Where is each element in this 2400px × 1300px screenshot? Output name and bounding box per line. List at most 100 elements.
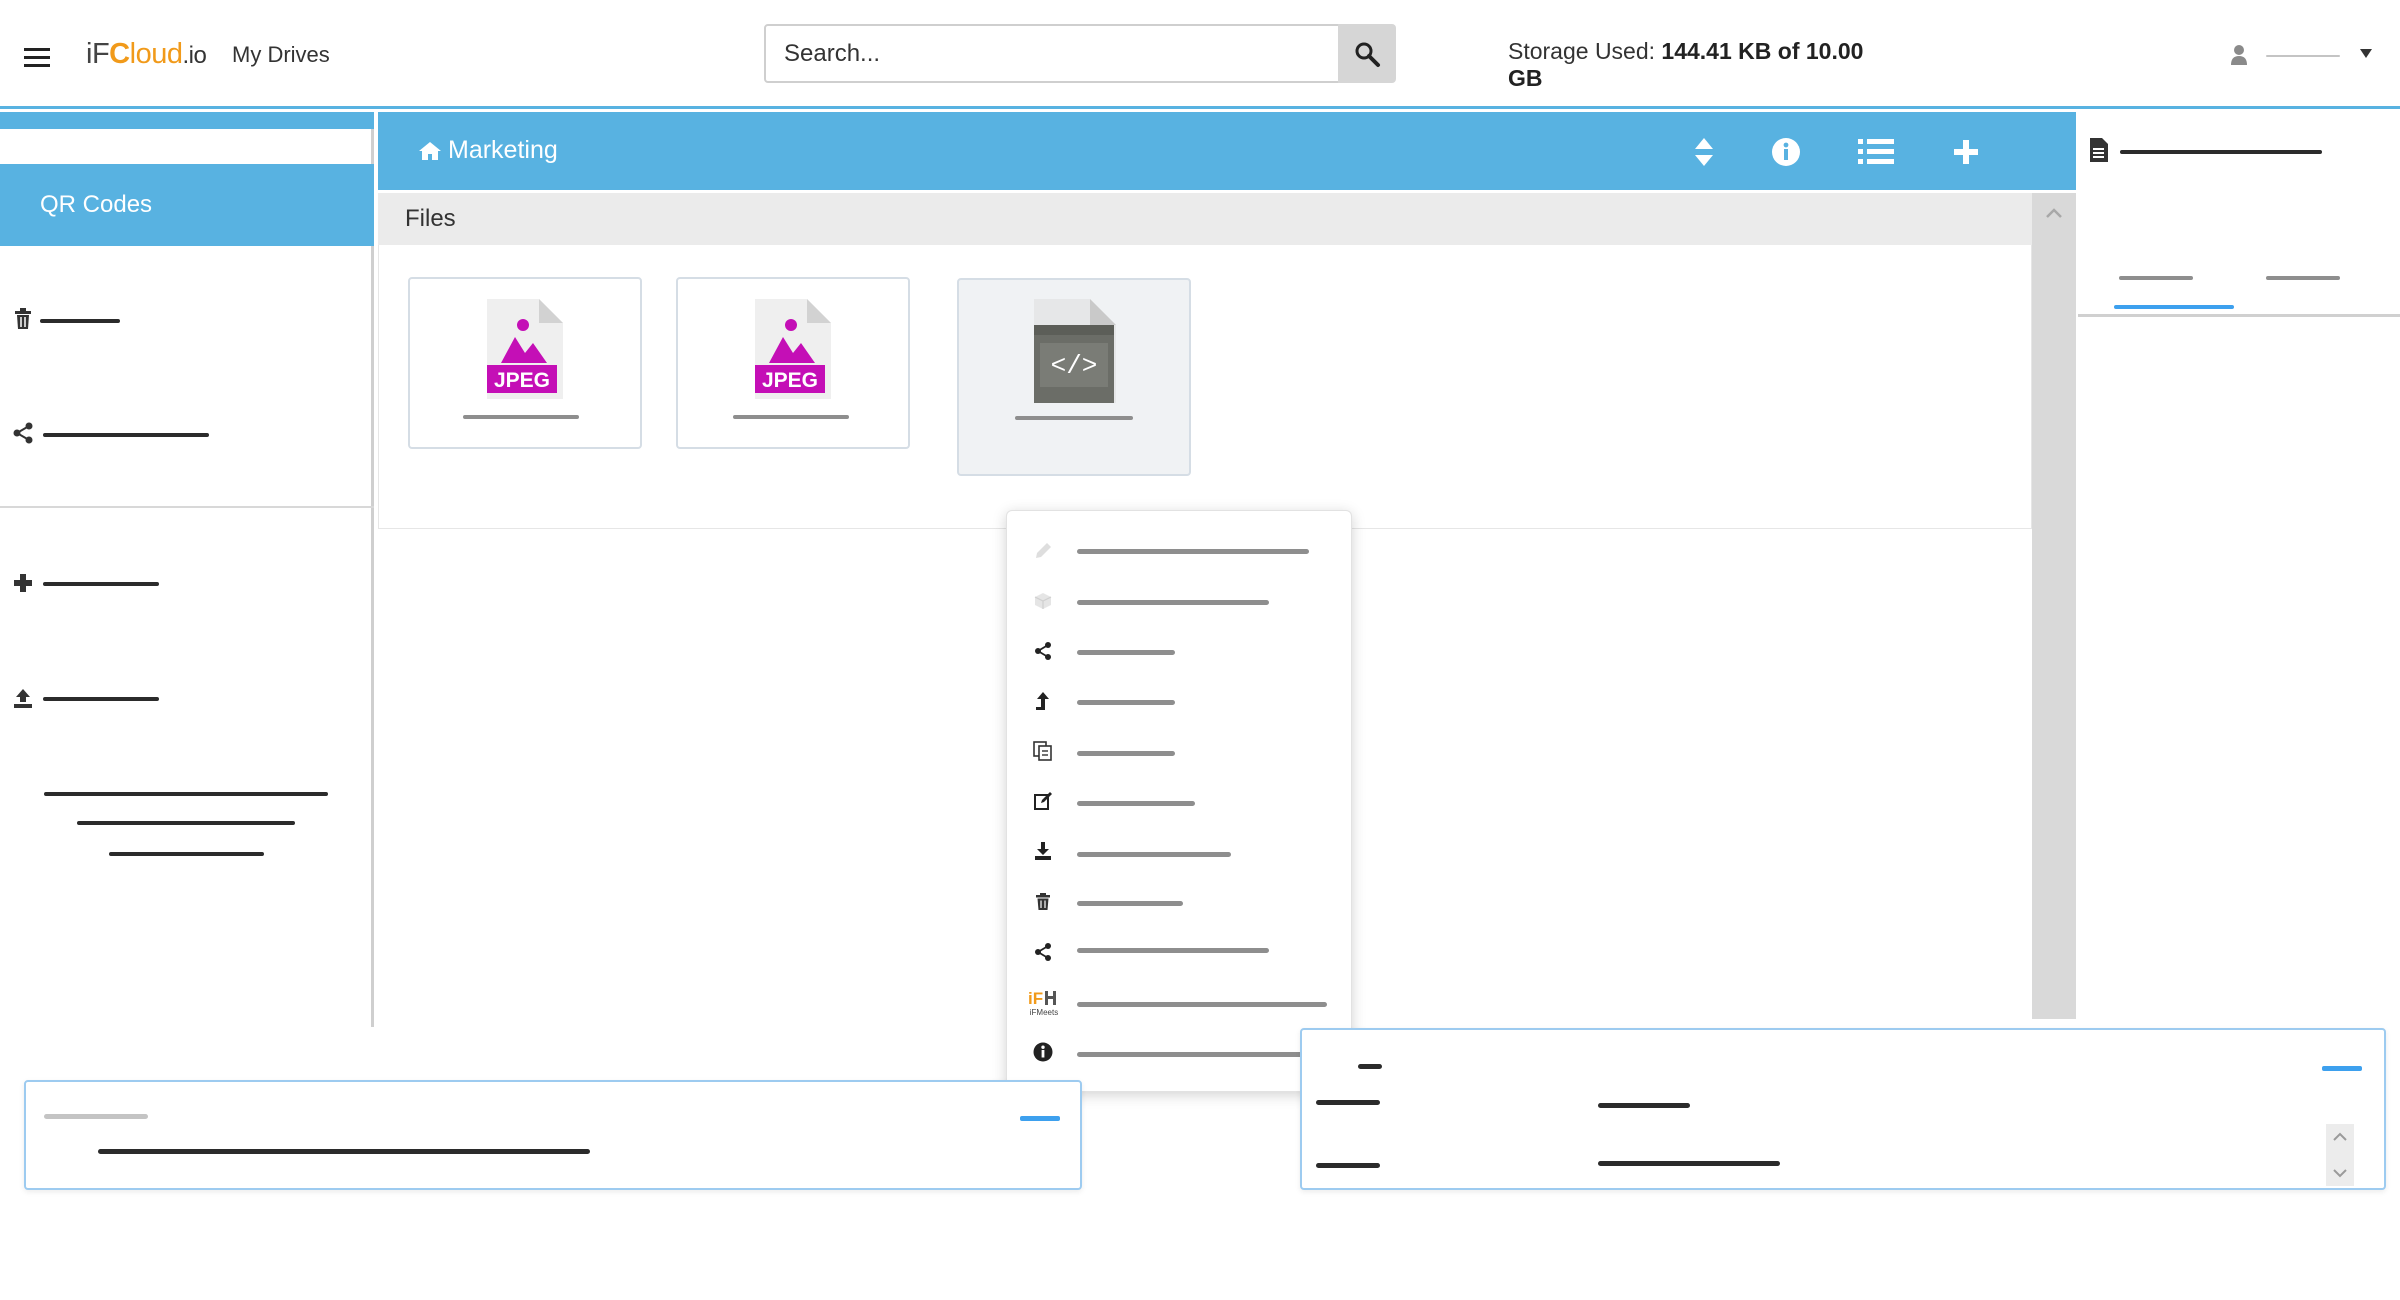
search-icon (1355, 42, 1380, 67)
hamburger-menu-icon[interactable] (24, 48, 52, 70)
sidebar: QR Codes (0, 112, 374, 1027)
field-label-placeholder (1316, 1100, 1380, 1105)
context-menu: iF iFMeets (1006, 510, 1352, 1092)
bottom-right-panel (1300, 1028, 2386, 1190)
file-type-label: JPEG (494, 369, 550, 392)
sidebar-item-label (43, 433, 209, 437)
username-placeholder (2266, 55, 2340, 57)
context-menu-label (1077, 948, 1269, 953)
sidebar-item-qr-codes[interactable]: QR Codes (0, 164, 374, 246)
context-menu-item-share[interactable] (1007, 626, 1353, 676)
scroll-down-icon[interactable] (2332, 1168, 2348, 1178)
sidebar-divider (0, 506, 374, 508)
context-menu-label (1077, 700, 1175, 705)
user-icon (2231, 45, 2247, 65)
context-menu-item-edit[interactable] (1007, 776, 1353, 826)
ifcloud-logo[interactable]: iFCloud.io (86, 38, 207, 71)
context-menu-label (1077, 852, 1231, 857)
context-menu-item-download[interactable] (1007, 826, 1353, 876)
plus-icon (14, 574, 32, 592)
share-icon (1035, 642, 1051, 660)
sidebar-footer-text (109, 852, 264, 856)
sidebar-footer-text (77, 821, 295, 825)
edit-icon (1034, 792, 1052, 810)
jpeg-file-icon: JPEG (487, 299, 563, 399)
scroll-up-icon[interactable] (2045, 207, 2063, 219)
minimize-button[interactable] (2322, 1066, 2362, 1071)
sidebar-footer-text (44, 792, 328, 796)
minimize-button[interactable] (1020, 1116, 1060, 1121)
tab-label-placeholder (2266, 276, 2340, 280)
add-icon (1954, 140, 1978, 164)
sidebar-item-trash[interactable] (12, 304, 312, 334)
svg-text:iF: iF (1028, 989, 1043, 1008)
context-menu-label (1077, 600, 1269, 605)
panel-title-placeholder (1358, 1064, 1382, 1069)
scroll-up-icon[interactable] (2332, 1132, 2348, 1142)
context-menu-item-share-link[interactable] (1007, 927, 1353, 977)
trash-icon (1036, 893, 1050, 910)
file-type-label: </> (1051, 351, 1098, 381)
list-view-button[interactable] (1858, 136, 1894, 168)
sidebar-item-new[interactable] (12, 568, 312, 598)
search-input[interactable] (764, 24, 1340, 83)
sidebar-item-label (43, 582, 159, 586)
context-menu-item-copy[interactable] (1007, 726, 1353, 776)
field-value-placeholder (1598, 1161, 1780, 1166)
files-grid: JPEG JPEG </> (378, 245, 2032, 529)
info-icon (1033, 1042, 1053, 1062)
breadcrumb[interactable]: Marketing (418, 136, 558, 165)
context-menu-item-rename[interactable] (1007, 526, 1353, 576)
context-menu-item-move[interactable] (1007, 676, 1353, 726)
vertical-scrollbar[interactable] (2032, 193, 2076, 1019)
storage-usage: Storage Used: 144.41 KB of 10.00 GB (1508, 38, 1864, 91)
search-button[interactable] (1338, 24, 1396, 83)
info-icon (1772, 138, 1800, 166)
share-link-icon (1035, 943, 1051, 961)
sidebar-item-shared[interactable] (12, 418, 312, 448)
info-button[interactable] (1768, 136, 1804, 168)
document-icon (2090, 138, 2108, 162)
file-name-placeholder (1015, 416, 1133, 420)
context-menu-item-ifmeets[interactable]: iF iFMeets (1007, 977, 1353, 1027)
details-tab-2[interactable] (2264, 276, 2354, 302)
file-type-label: JPEG (762, 369, 818, 392)
ifmeets-icon: iF (1028, 989, 1056, 1008)
pencil-icon (1036, 543, 1051, 558)
file-tile-jpeg-1[interactable]: JPEG (408, 277, 642, 449)
context-menu-label (1077, 1052, 1327, 1057)
panel-title-placeholder (44, 1114, 148, 1119)
trash-icon (15, 308, 31, 329)
details-panel (2078, 112, 2400, 317)
file-tile-code-selected[interactable]: </> (957, 278, 1191, 476)
details-tab-1[interactable] (2112, 276, 2202, 302)
sidebar-item-label (40, 319, 120, 323)
active-tab-indicator (2114, 305, 2234, 309)
context-menu-label (1077, 751, 1175, 756)
home-icon (419, 141, 441, 160)
panel-scrollbar[interactable] (2326, 1124, 2354, 1186)
sort-button[interactable] (1686, 136, 1722, 168)
context-menu-label (1077, 549, 1309, 554)
bottom-left-panel (24, 1080, 1082, 1190)
files-section-title: Files (405, 205, 456, 232)
context-menu-item-compress[interactable] (1007, 576, 1353, 626)
panel-text-placeholder (98, 1149, 590, 1154)
jpeg-file-icon: JPEG (755, 299, 831, 399)
ifmeets-label: iFMeets (1029, 1007, 1059, 1017)
sidebar-item-upload[interactable] (12, 683, 312, 713)
code-file-icon: </> (1034, 299, 1116, 403)
context-menu-label (1077, 650, 1175, 655)
context-menu-item-delete[interactable] (1007, 877, 1353, 927)
user-menu[interactable] (2230, 42, 2380, 70)
sidebar-item-label (43, 697, 159, 701)
context-menu-label (1077, 1002, 1327, 1007)
context-menu-label (1077, 801, 1195, 806)
context-menu-label (1077, 901, 1183, 906)
files-section-header: Files (378, 193, 2032, 245)
tab-label-placeholder (2119, 276, 2193, 280)
file-tile-jpeg-2[interactable]: JPEG (676, 277, 910, 449)
sort-icon (1695, 138, 1713, 166)
my-drives-link[interactable]: My Drives (232, 42, 330, 68)
add-button[interactable] (1948, 136, 1984, 168)
